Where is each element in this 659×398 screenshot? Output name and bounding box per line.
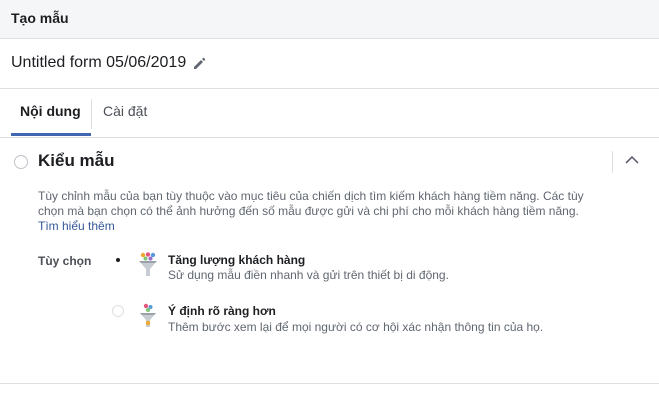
- description-text: Tùy chỉnh mẫu của bạn tùy thuộc vào mục …: [38, 189, 584, 218]
- option-more-volume-title[interactable]: Tăng lượng khách hàng: [168, 253, 305, 267]
- learn-more-link[interactable]: Tìm hiểu thêm: [38, 219, 115, 233]
- chevron-up-icon[interactable]: [624, 153, 640, 167]
- option-more-volume-subtitle: Sử dụng mẫu điền nhanh và gửi trên thiết…: [168, 268, 449, 282]
- section-title: Kiểu mẫu: [38, 151, 115, 170]
- tab-bar: Nội dung Cài đặt: [0, 89, 659, 138]
- form-name-row: Untitled form 05/06/2019: [0, 39, 659, 89]
- dialog-header: Tạo mẫu: [0, 0, 659, 39]
- section-radio[interactable]: [14, 155, 28, 169]
- active-tab-indicator: [11, 133, 91, 136]
- dialog-title: Tạo mẫu: [11, 10, 69, 26]
- options-label: Tùy chọn: [38, 254, 92, 268]
- option-higher-intent-subtitle: Thêm bước xem lại để mọi người có cơ hội…: [168, 320, 544, 334]
- option-higher-intent-title[interactable]: Ý định rõ ràng hơn: [168, 304, 276, 318]
- option-more-volume-radio[interactable]: [112, 254, 124, 266]
- form-name[interactable]: Untitled form 05/06/2019: [11, 54, 186, 72]
- option-higher-intent-radio[interactable]: [112, 305, 124, 317]
- section-description: Tùy chỉnh mẫu của bạn tùy thuộc vào mục …: [38, 189, 598, 234]
- tab-content[interactable]: Nội dung: [20, 103, 81, 119]
- tab-settings[interactable]: Cài đặt: [103, 103, 147, 119]
- funnel-narrow-icon: [140, 303, 156, 327]
- section-bottom-divider: [0, 383, 659, 384]
- funnel-wide-icon: [139, 252, 157, 276]
- section-divider: [612, 151, 613, 173]
- tab-divider: [91, 99, 92, 129]
- pencil-icon[interactable]: [192, 57, 206, 71]
